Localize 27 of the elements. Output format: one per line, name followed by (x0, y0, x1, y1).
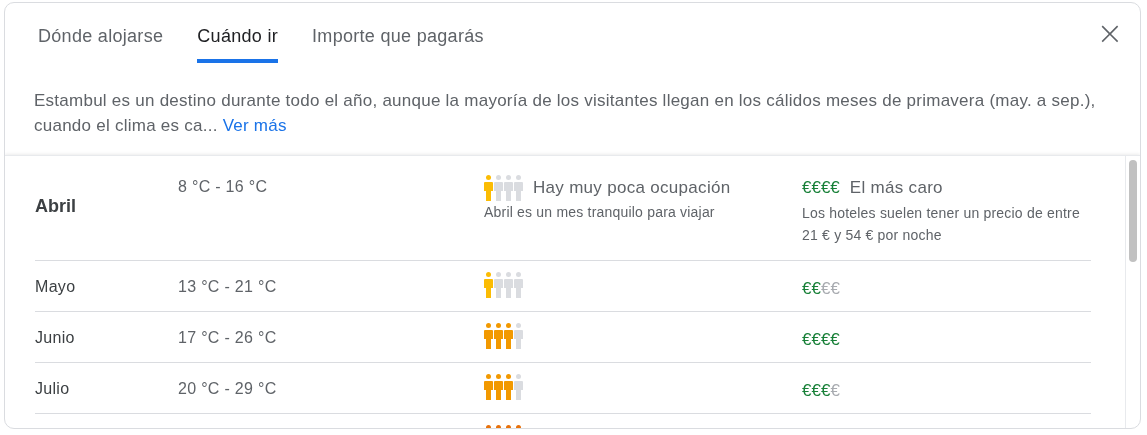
temperature-range: 8 °C - 16 °C (178, 177, 269, 197)
temperature-range: 17 °C - 26 °C (178, 328, 278, 348)
tab[interactable]: Cuándo ir (197, 23, 279, 63)
tab[interactable]: Importe que pagarás (312, 23, 484, 63)
month-row[interactable]: Mayo 13 °C - 21 °C €€€€ (35, 261, 1091, 312)
close-button[interactable]: × (1096, 17, 1124, 49)
tab[interactable]: Dónde alojarse (38, 23, 164, 63)
price-title: El más caro (849, 177, 943, 200)
price-rating: €€€€ (802, 381, 840, 400)
price-note: Los hoteles suelen tener un precio de entre 21 € y 54 € por noche (802, 204, 1081, 245)
price-rating: €€€€ (802, 177, 840, 200)
price-rating: €€€€ (802, 330, 840, 349)
see-more-link[interactable]: Ver más (222, 116, 287, 135)
month-label: Abril (35, 195, 77, 218)
month-label: Junio (35, 328, 76, 348)
description-text: Estambul es un destino durante todo el año, aunque la mayoría de los visitantes llegan en los cálidos meses de primavera (may. a sep.), cuando el clima es ca... Ver más (34, 90, 1097, 137)
month-label: Julio (35, 379, 71, 399)
crowd-note: Abril es un mes tranquilo para viajar (484, 203, 716, 222)
month-row[interactable]: Junio 17 °C - 26 °C €€€€ (35, 312, 1091, 363)
scrollbar-thumb[interactable] (1128, 160, 1137, 262)
temperature-range: 13 °C - 21 °C (178, 277, 278, 297)
month-label: Mayo (35, 277, 77, 297)
price-rating: €€€€ (802, 279, 840, 298)
crowd-title: Hay muy poca ocupación (533, 177, 731, 200)
month-row[interactable]: Julio 20 °C - 29 °C €€€€ (35, 363, 1091, 414)
temperature-range: 20 °C - 29 °C (178, 379, 278, 399)
month-row[interactable]: Abril 8 °C - 16 °C Hay muy poca ocupación Abril es un mes tranquilo para viajar €€€€ El más caro Los hoteles suelen tener un precio de entre 21 € y 54 € por noche (35, 156, 1091, 261)
